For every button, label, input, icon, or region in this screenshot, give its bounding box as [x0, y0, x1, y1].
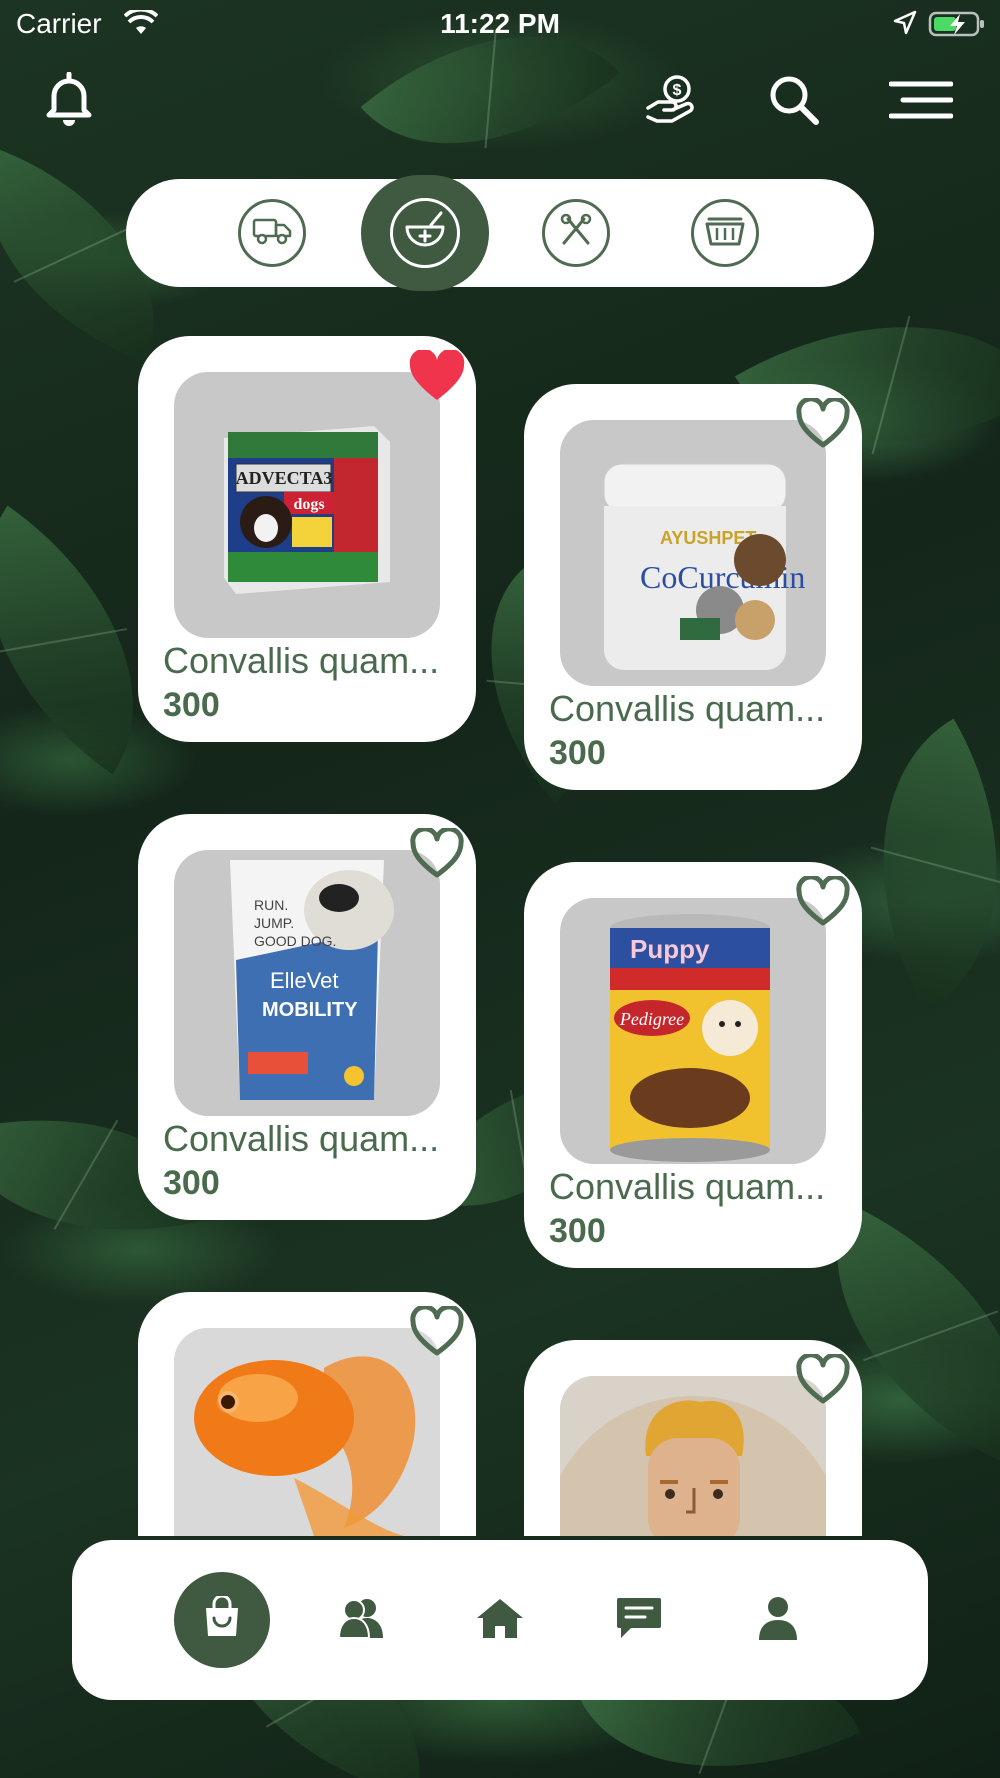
- search-icon[interactable]: [768, 74, 820, 131]
- favorite-heart-icon[interactable]: [794, 874, 852, 933]
- nav-messages[interactable]: [591, 1572, 687, 1668]
- chat-icon: [615, 1596, 663, 1645]
- product-card[interactable]: RUN. JUMP. GOOD DOG. ElleVet MOBILITY Co…: [138, 814, 476, 1220]
- product-image-goldfish: [174, 1328, 440, 1536]
- nav-community[interactable]: [313, 1572, 409, 1668]
- grooming-tools-icon: [558, 213, 594, 254]
- product-card[interactable]: ADVECTA3 dogs Convallis quam... 300: [138, 336, 476, 742]
- product-card[interactable]: [524, 1340, 862, 1536]
- svg-text:JUMP.: JUMP.: [254, 915, 294, 931]
- status-bar: Carrier 11:22 PM: [0, 0, 1000, 50]
- product-card[interactable]: AYUSHPET CoCurcumin Convallis quam... 30…: [524, 384, 862, 790]
- nav-home[interactable]: [452, 1572, 548, 1668]
- svg-text:dogs: dogs: [293, 496, 324, 513]
- product-image-man-avatar: [560, 1376, 826, 1536]
- svg-text:MOBILITY: MOBILITY: [262, 999, 358, 1021]
- bell-icon[interactable]: [44, 71, 94, 133]
- profile-icon: [757, 1596, 799, 1645]
- product-name: Convallis quam...: [549, 1166, 826, 1207]
- truck-icon: [252, 216, 292, 251]
- svg-text:$: $: [673, 82, 682, 99]
- menu-icon[interactable]: [888, 80, 954, 125]
- product-card[interactable]: Puppy Pedigree Convallis quam... 300: [524, 862, 862, 1268]
- nav-shop[interactable]: [174, 1572, 270, 1668]
- shopping-bag-icon: [200, 1594, 244, 1645]
- product-price: 300: [549, 1212, 606, 1250]
- battery-icon: [928, 10, 986, 45]
- bottom-nav: [72, 1540, 928, 1700]
- svg-text:RUN.: RUN.: [254, 897, 288, 913]
- product-image-pedigree: Puppy Pedigree: [560, 898, 826, 1164]
- location-arrow-icon: [893, 10, 917, 43]
- product-name: Convallis quam...: [549, 688, 826, 729]
- category-delivery[interactable]: [238, 199, 306, 267]
- product-name: Convallis quam...: [163, 1118, 440, 1159]
- people-icon: [337, 1596, 385, 1645]
- category-pharmacy[interactable]: [361, 175, 489, 291]
- donate-icon[interactable]: $: [645, 74, 699, 129]
- favorite-heart-icon[interactable]: [408, 826, 466, 885]
- category-bar: [126, 175, 874, 291]
- favorite-heart-icon[interactable]: [408, 1304, 466, 1363]
- svg-text:GOOD DOG.: GOOD DOG.: [254, 933, 336, 949]
- product-price: 300: [549, 734, 606, 772]
- product-price: 300: [163, 1164, 220, 1202]
- product-image-cocurcumin: AYUSHPET CoCurcumin: [560, 420, 826, 686]
- favorite-heart-icon[interactable]: [794, 1352, 852, 1411]
- svg-text:ElleVet: ElleVet: [270, 968, 339, 993]
- mortar-pestle-icon: [403, 211, 447, 256]
- favorite-heart-icon[interactable]: [794, 396, 852, 455]
- category-shop[interactable]: [691, 199, 759, 267]
- nav-profile[interactable]: [730, 1572, 826, 1668]
- home-icon: [475, 1596, 525, 1645]
- product-image-advecta: ADVECTA3 dogs: [174, 372, 440, 638]
- product-price: 300: [163, 686, 220, 724]
- svg-text:Pedigree: Pedigree: [619, 1009, 684, 1029]
- favorite-heart-icon[interactable]: [408, 348, 466, 407]
- product-card[interactable]: [138, 1292, 476, 1536]
- product-name: Convallis quam...: [163, 640, 440, 681]
- category-grooming[interactable]: [542, 199, 610, 267]
- clock: 11:22 PM: [440, 8, 560, 39]
- svg-text:ADVECTA3: ADVECTA3: [236, 468, 333, 488]
- svg-text:Puppy: Puppy: [630, 934, 710, 964]
- basket-icon: [705, 214, 745, 253]
- product-image-ellevet: RUN. JUMP. GOOD DOG. ElleVet MOBILITY: [174, 850, 440, 1116]
